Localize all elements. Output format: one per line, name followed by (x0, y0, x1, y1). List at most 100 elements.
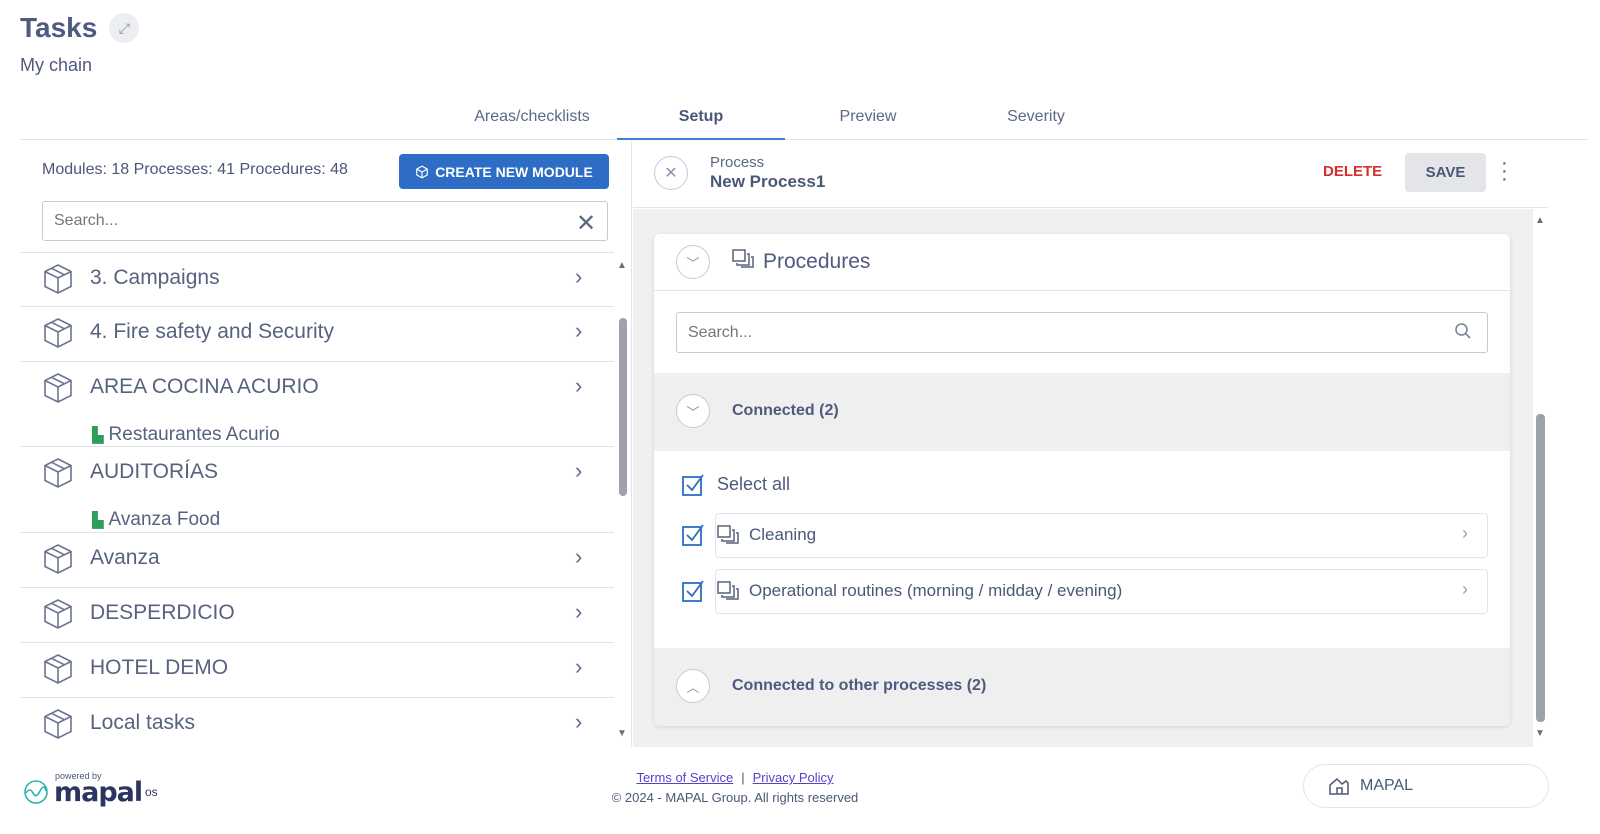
detail-scrollbar[interactable]: ▲ ▼ (1535, 209, 1548, 747)
process-header: ✕ Process New Process1 DELETE SAVE · · · (633, 141, 1548, 208)
search-icon[interactable] (1454, 322, 1472, 340)
connected-other-section[interactable]: ︿ Connected to other processes (2) (654, 648, 1510, 726)
logo-suffix: os (145, 785, 158, 799)
cube-icon (44, 264, 72, 294)
more-options-icon[interactable]: · · · (1501, 153, 1508, 189)
page-header: Tasks ⤢ (20, 12, 140, 44)
tab-areas-checklists[interactable]: Areas/checklists (448, 98, 616, 140)
module-name: Avanza (90, 546, 160, 569)
chevron-right-icon: › (575, 654, 583, 679)
building-icon: ▙ (92, 512, 104, 529)
clear-search-icon[interactable]: ✕ (576, 209, 596, 238)
scroll-up-icon[interactable]: ▲ (1535, 215, 1545, 226)
process-name: New Process1 (710, 172, 826, 191)
chevron-right-icon: › (575, 709, 583, 734)
chevron-right-icon: › (575, 458, 583, 483)
wave-logo-icon (24, 780, 48, 804)
process-label: Process (710, 154, 765, 171)
cube-icon (44, 654, 72, 684)
procedure-item-cleaning[interactable]: Cleaning › (715, 513, 1488, 558)
scrollbar-thumb[interactable] (1536, 414, 1545, 722)
module-org: ▙ Avanza Food (92, 509, 220, 531)
module-name: 3. Campaigns (90, 266, 220, 289)
collapse-connected-icon[interactable]: ﹀ (676, 394, 710, 428)
module-counts: Modules: 18 Processes: 41 Procedures: 48 (42, 161, 348, 178)
chevron-right-icon: › (1462, 523, 1468, 543)
list-item[interactable]: Local tasks › (20, 698, 614, 747)
chevron-right-icon: › (575, 264, 583, 289)
cube-icon (44, 318, 72, 348)
module-name: AREA COCINA ACURIO (90, 375, 319, 398)
building-icon: ▙ (92, 427, 104, 444)
list-item[interactable]: 4. Fire safety and Security › (20, 307, 614, 362)
cube-icon (44, 458, 72, 488)
scrollbar-thumb[interactable] (619, 318, 627, 496)
procedure-label: Cleaning (749, 525, 817, 544)
page-subtitle: My chain (20, 55, 93, 75)
chevron-right-icon: › (1462, 579, 1468, 599)
connected-section[interactable]: ﹀ Connected (2) (654, 373, 1510, 451)
mapal-app-button[interactable]: MAPAL (1303, 764, 1549, 808)
procedure-checkbox[interactable] (682, 524, 704, 546)
procedures-card-header: ﹀ Procedures (654, 234, 1510, 291)
stack-icon (717, 525, 739, 544)
footer-links: Terms of Service | Privacy Policy (600, 770, 870, 785)
select-all-checkbox[interactable] (682, 474, 704, 496)
tab-preview[interactable]: Preview (784, 98, 952, 140)
list-item[interactable]: 3. Campaigns › (20, 253, 614, 307)
footer-separator: | (741, 770, 745, 785)
privacy-link[interactable]: Privacy Policy (753, 770, 834, 785)
module-name: HOTEL DEMO (90, 656, 229, 679)
scroll-down-icon[interactable]: ▼ (617, 728, 627, 739)
collapse-procedures-icon[interactable]: ﹀ (676, 245, 710, 279)
process-detail-area: ﹀ Procedures ﹀ Connected (2) Select all … (633, 209, 1533, 747)
tab-severity[interactable]: Severity (952, 98, 1120, 140)
tab-bar: Areas/checklists Setup Preview Severity (20, 98, 1588, 140)
procedure-item-operational-routines[interactable]: Operational routines (morning / midday /… (715, 569, 1488, 614)
copyright: © 2024 - MAPAL Group. All rights reserve… (611, 790, 859, 805)
list-item[interactable]: AUDITORÍAS › ▙ Avanza Food (20, 447, 614, 533)
scroll-up-icon[interactable]: ▲ (617, 260, 627, 271)
save-button[interactable]: SAVE (1405, 153, 1486, 192)
tab-setup[interactable]: Setup (617, 98, 785, 140)
create-new-module-button[interactable]: CREATE NEW MODULE (399, 154, 609, 189)
cube-icon (416, 164, 429, 179)
expand-connected-other-icon[interactable]: ︿ (676, 669, 710, 703)
list-item[interactable]: HOTEL DEMO › (20, 643, 614, 698)
terms-link[interactable]: Terms of Service (636, 770, 733, 785)
list-item[interactable]: AREA COCINA ACURIO › ▙ Restaurantes Acur… (20, 362, 614, 447)
mapal-home-icon (1329, 777, 1349, 795)
scroll-down-icon[interactable]: ▼ (1535, 728, 1545, 739)
select-all-label: Select all (717, 474, 791, 494)
cube-icon (44, 599, 72, 629)
list-item[interactable]: Avanza › (20, 533, 614, 588)
module-name: 4. Fire safety and Security (90, 320, 334, 343)
module-name: DESPERDICIO (90, 601, 235, 624)
connected-label: Connected (2) (732, 402, 839, 419)
stack-icon (732, 249, 754, 268)
modules-pane: Modules: 18 Processes: 41 Procedures: 48… (20, 141, 632, 747)
delete-button[interactable]: DELETE (1323, 163, 1382, 180)
module-name: AUDITORÍAS (90, 460, 218, 483)
chevron-right-icon: › (575, 599, 583, 624)
cube-icon (44, 373, 72, 403)
module-org-label: Avanza Food (108, 509, 221, 530)
procedure-label: Operational routines (morning / midday /… (749, 581, 1123, 600)
module-org-label: Restaurantes Acurio (108, 424, 280, 445)
procedures-title: Procedures (763, 250, 871, 273)
procedure-checkbox[interactable] (682, 580, 704, 602)
mapal-label: MAPAL (1360, 777, 1414, 794)
page-title: Tasks (20, 12, 98, 43)
module-list-scrollbar[interactable]: ▲ ▼ (616, 252, 630, 747)
connected-other-label: Connected to other processes (2) (732, 677, 987, 694)
module-name: Local tasks (90, 711, 196, 734)
module-search-input[interactable] (42, 201, 608, 241)
procedure-search-input[interactable] (676, 312, 1488, 353)
stack-icon (717, 581, 739, 600)
cube-icon (44, 709, 72, 739)
list-item[interactable]: DESPERDICIO › (20, 588, 614, 643)
expand-icon[interactable]: ⤢ (109, 13, 140, 43)
module-org: ▙ Restaurantes Acurio (92, 424, 280, 446)
close-icon[interactable]: ✕ (654, 156, 688, 190)
module-list: 3. Campaigns › 4. Fire safety and Securi… (20, 252, 614, 747)
